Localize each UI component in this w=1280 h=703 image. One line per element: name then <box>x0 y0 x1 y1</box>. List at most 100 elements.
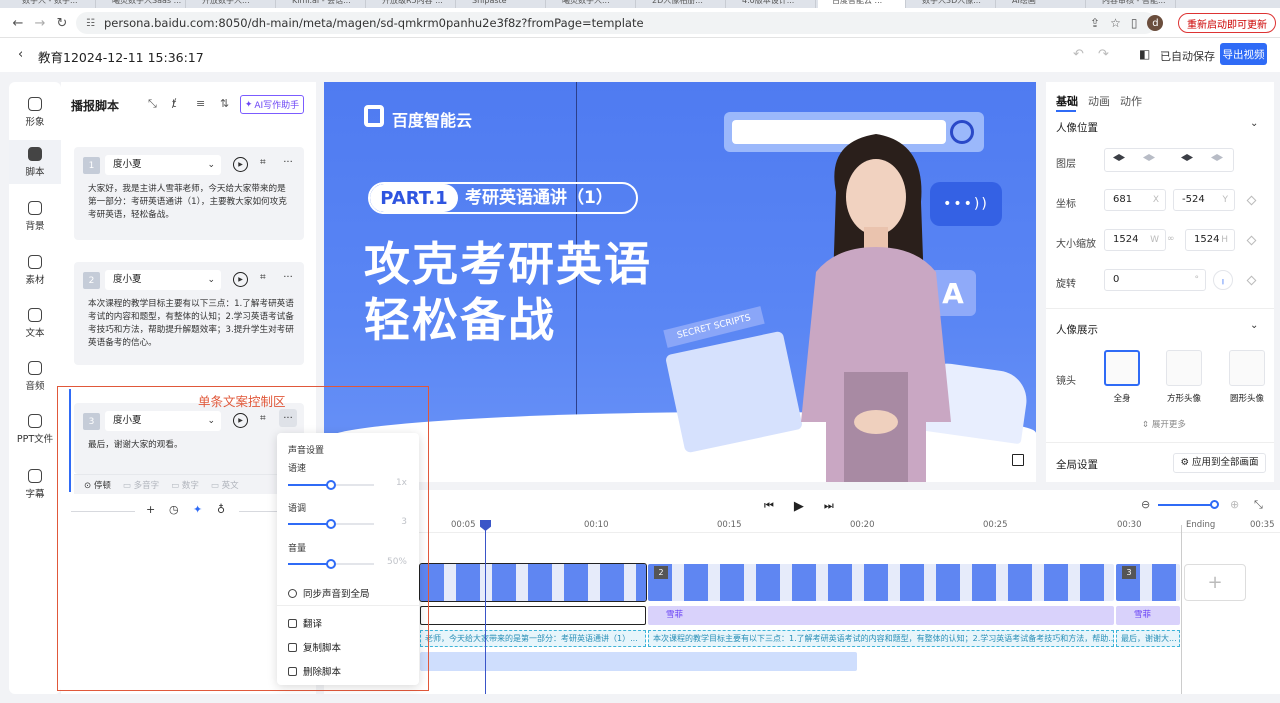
browser-tab-active[interactable]: 百度智能云 ... <box>818 0 906 8</box>
browser-tab[interactable]: 内容审核 - 智能... <box>1088 0 1176 8</box>
playhead[interactable] <box>485 522 486 694</box>
slider-knob[interactable] <box>326 519 336 529</box>
shot-full-body[interactable] <box>1104 350 1140 386</box>
scale-width-input[interactable]: 1524 W <box>1104 229 1166 251</box>
format-clear-icon[interactable]: ⱦ <box>172 97 176 110</box>
undo-icon[interactable]: ↶ <box>1073 47 1084 62</box>
coord-y-input[interactable]: -524 Y <box>1173 189 1235 211</box>
slider-knob[interactable] <box>326 559 336 569</box>
tab-action[interactable]: 动作 <box>1120 93 1142 109</box>
site-info-icon[interactable]: ☷ <box>86 18 96 29</box>
video-clip[interactable]: 2 <box>648 564 1114 601</box>
collapse-icon[interactable]: ⤡ <box>148 97 157 111</box>
shot-circle-head[interactable] <box>1229 350 1265 386</box>
zoom-out-icon[interactable]: ⊖ <box>1141 498 1150 511</box>
nav-item-ppt[interactable]: PPT文件 <box>9 407 61 451</box>
play-icon[interactable]: ▶ <box>233 272 248 287</box>
reload-icon[interactable]: ↻ <box>52 13 72 33</box>
chevron-down-icon[interactable]: ⌄ <box>1250 320 1258 331</box>
subtitle-track-clip[interactable]: 最后，谢谢大... <box>1116 630 1180 647</box>
share-icon[interactable]: ⇪ <box>1090 16 1100 30</box>
voice-track-clip[interactable]: 雪菲 <box>1116 606 1180 625</box>
layer-up-icon[interactable] <box>1113 154 1125 161</box>
play-icon[interactable]: ▶ <box>794 499 804 514</box>
scan-icon[interactable]: ⌗ <box>260 157 266 168</box>
layer-top-icon[interactable] <box>1143 154 1155 161</box>
voice-track-clip[interactable]: 雪菲 <box>648 606 1114 625</box>
rotate-input[interactable]: 0 ° <box>1104 269 1206 291</box>
script-card[interactable]: 2 度小夏 ⌄ ▶ ⌗ ··· 本次课程的教学目标主要有以下三点：1.了解考研英语… <box>74 262 304 365</box>
browser-tab[interactable]: 开放级R5内容 ... <box>368 0 456 8</box>
browser-tab[interactable]: 4.0版本设计... <box>728 0 816 8</box>
browser-tab[interactable]: 数字人3D人像... <box>908 0 996 8</box>
zoom-in-icon[interactable]: ⊕ <box>1230 498 1239 511</box>
video-preview[interactable]: 百度智能云 •••)) A SECRET SCRIPTS PART.1 考研英语… <box>324 82 1036 482</box>
forward-arrow-icon[interactable]: → <box>30 13 50 33</box>
scan-icon[interactable]: ⌗ <box>260 272 266 283</box>
nav-item-subtitles[interactable]: 字幕 <box>9 462 61 506</box>
copy-script-item[interactable]: 复制脚本 <box>288 640 341 654</box>
slider-knob[interactable] <box>326 480 336 490</box>
playhead-handle[interactable] <box>480 520 491 531</box>
tab-animation[interactable]: 动画 <box>1088 93 1110 109</box>
translate-item[interactable]: 翻译 <box>288 616 322 630</box>
subtitle-track-clip[interactable]: 老师，今天给大家带来的是第一部分：考研英语通讲（1）... <box>420 630 646 647</box>
keyframe-diamond-icon[interactable] <box>1246 235 1257 246</box>
link-icon[interactable]: ∞ <box>1167 234 1175 244</box>
export-video-button[interactable]: 导出视频 <box>1220 43 1267 65</box>
script-text[interactable]: 大家好，我是主讲人雪菲老师，今天给大家带来的是第一部分：考研英语通讲（1），主要… <box>88 183 294 222</box>
align-icon[interactable]: ≡ <box>196 97 205 110</box>
digital-presenter-avatar[interactable] <box>776 122 976 482</box>
browser-tab[interactable]: Snipaste <box>458 0 546 8</box>
apply-to-all-button[interactable]: ⚙ 应用到全部画面 <box>1173 453 1266 473</box>
keyframe-diamond-icon[interactable] <box>1246 195 1257 206</box>
browser-tab[interactable]: AI绘画 <box>998 0 1086 8</box>
ai-writing-assistant-button[interactable]: ✦ AI写作助手 <box>240 95 304 114</box>
pitch-slider[interactable] <box>288 519 374 529</box>
voice-track-clip[interactable] <box>420 606 646 625</box>
volume-slider[interactable] <box>288 559 374 569</box>
video-clip[interactable] <box>419 563 647 602</box>
restart-update-button[interactable]: 重新启动即可更新 <box>1178 13 1276 33</box>
bookmark-star-icon[interactable]: ☆ <box>1110 16 1121 30</box>
zoom-slider-knob[interactable] <box>1210 500 1219 509</box>
video-clip[interactable]: 3 <box>1116 564 1180 601</box>
nav-item-script[interactable]: 脚本 <box>9 140 61 184</box>
nav-item-background[interactable]: 背景 <box>9 194 61 238</box>
back-arrow-icon[interactable]: ← <box>8 13 28 33</box>
expand-more-link[interactable]: ⇕ 展开更多 <box>1142 418 1186 430</box>
project-title[interactable]: 教育12024-12-11 15:36:17 <box>38 47 204 66</box>
rotate-dial-icon[interactable]: ╷ <box>1213 270 1233 290</box>
subtitle-track-clip[interactable]: 本次课程的教学目标主要有以下三点：1.了解考研英语考试的内容和题型，有整体的认知… <box>648 630 1114 647</box>
browser-tab[interactable]: 曦灵数字人... <box>548 0 636 8</box>
browser-tab[interactable]: 曦灵数字人Saas ... <box>98 0 186 8</box>
chevron-down-icon[interactable]: ⌄ <box>1250 118 1258 129</box>
skip-forward-icon[interactable]: ⏭ <box>824 499 834 513</box>
voice-select[interactable]: 度小夏 ⌄ <box>105 270 221 290</box>
layer-down-icon[interactable] <box>1181 154 1193 161</box>
tab-basic[interactable]: 基础 <box>1056 93 1078 109</box>
skip-back-icon[interactable]: ⏮ <box>764 499 774 513</box>
delete-script-item[interactable]: 删除脚本 <box>288 664 341 678</box>
more-icon[interactable]: ··· <box>279 153 297 171</box>
chevron-left-icon[interactable]: ‹ <box>18 47 23 62</box>
sort-icon[interactable]: ⇅ <box>220 97 229 110</box>
add-clip-button[interactable]: + <box>1184 564 1246 601</box>
coord-x-input[interactable]: 681 X <box>1104 189 1166 211</box>
play-icon[interactable]: ▶ <box>233 157 248 172</box>
sync-voice-global-item[interactable]: 同步声音到全局 <box>288 586 370 600</box>
nav-item-audio[interactable]: 音频 <box>9 354 61 398</box>
zoom-slider[interactable] <box>1158 504 1214 506</box>
more-icon[interactable]: ··· <box>279 268 297 286</box>
keyframe-diamond-icon[interactable] <box>1246 275 1257 286</box>
url-field[interactable]: ☷ persona.baidu.com:8050/dh-main/meta/ma… <box>76 12 1156 34</box>
browser-tab[interactable]: 2D人像相册... <box>638 0 726 8</box>
voice-select[interactable]: 度小夏 ⌄ <box>105 155 221 175</box>
speed-slider[interactable] <box>288 480 374 490</box>
browser-tab[interactable]: 数字人 - 数字... <box>8 0 96 8</box>
shot-square-head[interactable] <box>1166 350 1202 386</box>
profile-avatar[interactable]: d <box>1147 15 1164 31</box>
nav-item-avatar[interactable]: 形象 <box>9 90 61 134</box>
script-card[interactable]: 1 度小夏 ⌄ ▶ ⌗ ··· 大家好，我是主讲人雪菲老师，今天给大家带来的是第一… <box>74 147 304 240</box>
layer-bottom-icon[interactable] <box>1211 154 1223 161</box>
